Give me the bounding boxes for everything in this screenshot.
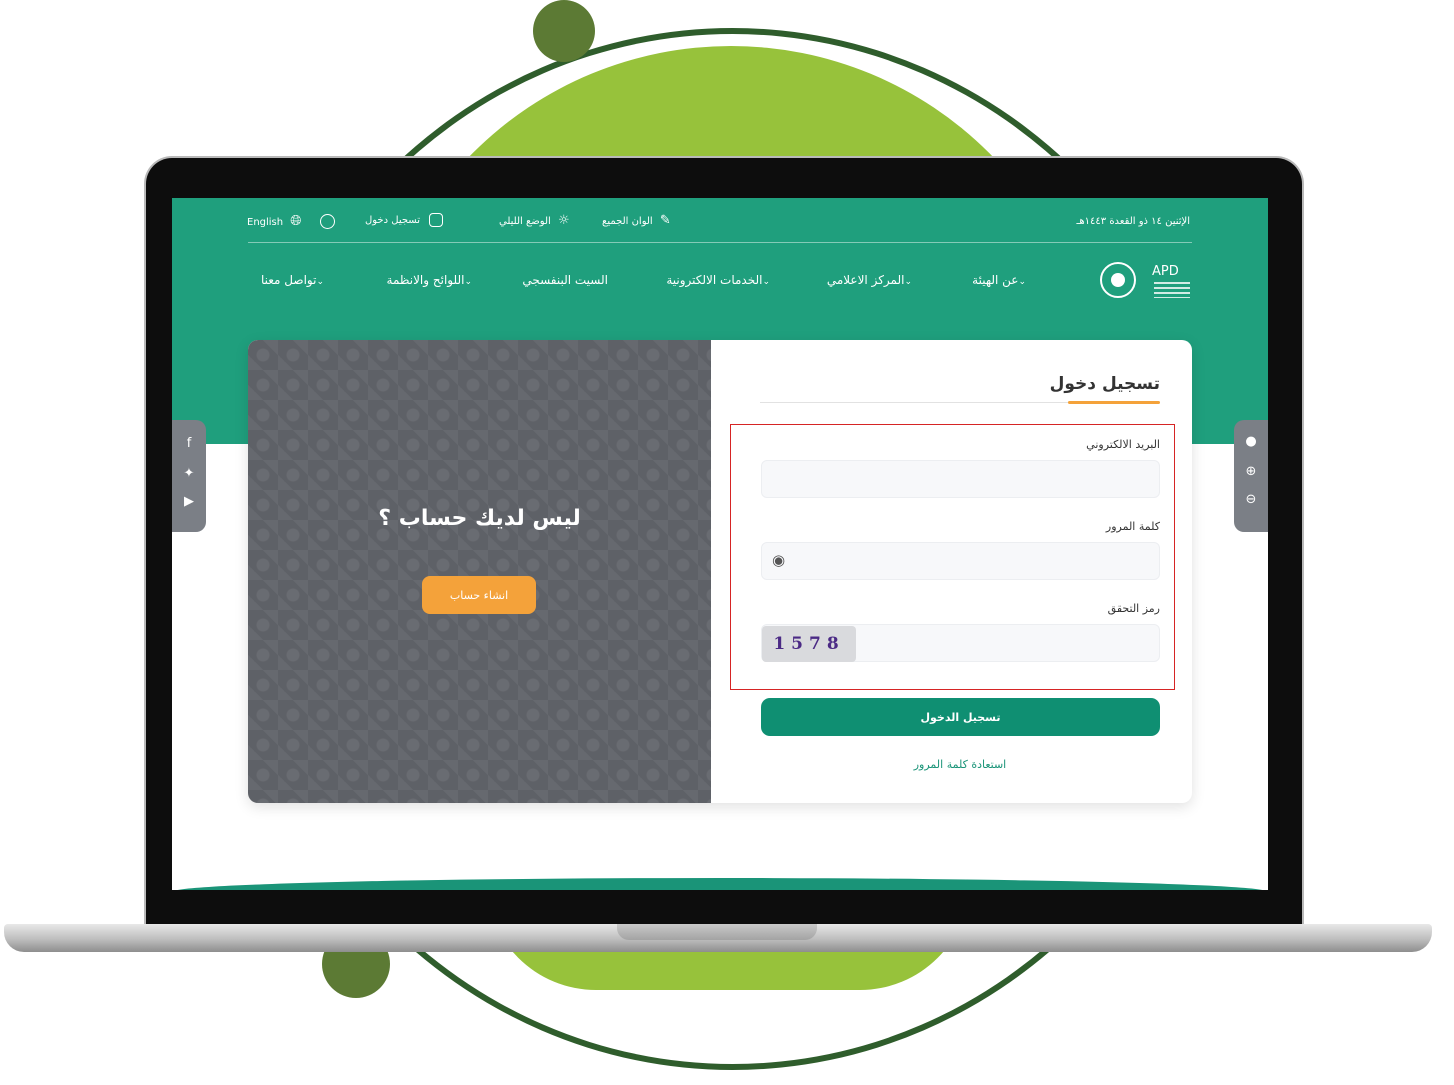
logo-subtext-lines bbox=[1154, 282, 1190, 298]
brush-icon: ✎ bbox=[659, 213, 671, 228]
youtube-icon[interactable]: ▶ bbox=[172, 494, 206, 509]
chevron-down-icon: ⌄ bbox=[1018, 277, 1026, 287]
nav-purple-set[interactable]: السيت البنفسجي bbox=[522, 273, 608, 287]
background-dot-top bbox=[533, 0, 595, 62]
nav-media-label: المركز الاعلامي bbox=[826, 273, 905, 287]
logo-text: APD bbox=[1152, 264, 1179, 279]
lightbulb-logo-center bbox=[1111, 273, 1125, 287]
no-account-heading: ليس لديك حساب ؟ bbox=[378, 506, 581, 531]
password-label: كلمة المرور bbox=[1105, 520, 1160, 533]
nav-media-center[interactable]: المركز الاعلامي⌄ bbox=[827, 273, 916, 287]
zoom-out-icon[interactable]: ⊖ bbox=[1234, 492, 1268, 507]
language-label: English bbox=[247, 217, 284, 228]
user-shield-icon bbox=[429, 213, 444, 227]
zoom-in-icon[interactable]: ⊕ bbox=[1234, 464, 1268, 479]
facebook-icon[interactable]: f bbox=[172, 436, 206, 451]
language-switch[interactable]: English 🌐︎ bbox=[247, 213, 302, 229]
nav-regulations-label: اللوائح والانظمة bbox=[386, 273, 465, 287]
captcha-label: رمز التحقق bbox=[1107, 602, 1160, 615]
login-title: تسجيل دخول bbox=[1049, 374, 1160, 394]
create-account-button[interactable]: انشاء حساب bbox=[422, 576, 536, 614]
globe-icon: 🌐︎ bbox=[290, 213, 302, 229]
show-password-eye-icon[interactable]: ◉ bbox=[772, 551, 785, 569]
login-top-link[interactable]: تسجيل دخول bbox=[365, 213, 444, 227]
password-field[interactable] bbox=[761, 542, 1160, 580]
footer-strip bbox=[172, 878, 1268, 890]
social-sidebar: f ✦ ▶ bbox=[172, 420, 206, 532]
accessibility-icon[interactable]: ● bbox=[1234, 434, 1268, 449]
topbar-divider bbox=[248, 242, 1192, 243]
chevron-down-icon: ⌄ bbox=[316, 277, 324, 287]
signup-panel: ليس لديك حساب ؟ انشاء حساب bbox=[248, 340, 711, 803]
accessibility-sidebar: ● ⊕ ⊖ bbox=[1234, 420, 1268, 532]
captcha-image: 1578 bbox=[762, 626, 856, 662]
forgot-password-link[interactable]: استعادة كلمة المرور bbox=[760, 758, 1160, 771]
nav-about-label: عن الهيئة bbox=[972, 273, 1019, 287]
auth-card: ليس لديك حساب ؟ انشاء حساب تسجيل دخول ال… bbox=[248, 340, 1192, 803]
night-mode-label: الوضع الليلي bbox=[499, 216, 551, 227]
night-mode-toggle[interactable]: الوضع الليلي ☼ bbox=[499, 213, 570, 228]
nav-regulations[interactable]: اللوائح والانظمة⌄ bbox=[387, 273, 476, 287]
site-logo[interactable]: APD bbox=[1092, 254, 1196, 306]
login-submit-button[interactable]: تسجيل الدخول bbox=[761, 698, 1160, 736]
sun-icon: ☼ bbox=[557, 213, 570, 228]
nav-about[interactable]: عن الهيئة⌄ bbox=[972, 273, 1030, 287]
laptop-screen: الإثنين ١٤ ذو القعدة ١٤٤٣هـ الوان الجميع… bbox=[172, 198, 1268, 890]
colors-toggle[interactable]: الوان الجميع ✎ bbox=[602, 213, 671, 228]
login-top-label: تسجيل دخول bbox=[365, 215, 420, 226]
nav-e-services-label: الخدمات الالكترونية bbox=[666, 273, 763, 287]
hijri-date: الإثنين ١٤ ذو القعدة ١٤٤٣هـ bbox=[1076, 216, 1190, 227]
title-underline bbox=[1068, 401, 1160, 404]
nav-e-services[interactable]: الخدمات الالكترونية⌄ bbox=[666, 273, 774, 287]
chevron-down-icon: ⌄ bbox=[762, 277, 770, 287]
email-label: البريد الالكتروني bbox=[1086, 438, 1160, 451]
chevron-down-icon: ⌄ bbox=[464, 277, 472, 287]
email-field[interactable] bbox=[761, 460, 1160, 498]
accessibility-circle-icon[interactable] bbox=[320, 214, 335, 229]
nav-contact[interactable]: تواصل معنا⌄ bbox=[261, 273, 328, 287]
twitter-icon[interactable]: ✦ bbox=[172, 466, 206, 481]
nav-purple-set-label: السيت البنفسجي bbox=[522, 273, 608, 287]
colors-label: الوان الجميع bbox=[602, 216, 653, 227]
laptop-notch bbox=[617, 924, 817, 940]
nav-contact-label: تواصل معنا bbox=[260, 273, 317, 287]
chevron-down-icon: ⌄ bbox=[904, 277, 912, 287]
